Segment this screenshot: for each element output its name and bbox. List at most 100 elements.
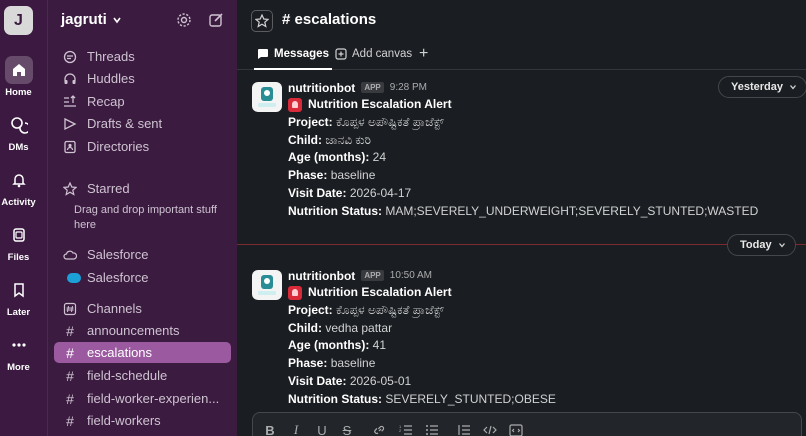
section-salesforce-label: Salesforce <box>87 247 149 262</box>
bot-avatar[interactable] <box>252 82 282 112</box>
rail-files[interactable]: Files <box>0 221 37 263</box>
starred-hint: Drag and drop important stuff here <box>74 204 217 231</box>
date-jump-today[interactable]: Today <box>727 234 796 256</box>
channel-label: announcements <box>87 323 180 338</box>
tab-messages[interactable]: Messages <box>254 48 332 70</box>
link-button[interactable] <box>371 421 389 436</box>
nav-recap[interactable]: Recap <box>54 91 231 112</box>
code-block-button[interactable] <box>507 421 525 436</box>
settings-button[interactable] <box>175 11 193 29</box>
channel-label: field-schedule <box>87 368 168 383</box>
more-icon <box>5 331 33 359</box>
bot-avatar[interactable] <box>252 270 282 300</box>
sender-name[interactable]: nutritionbot <box>288 81 355 95</box>
gear-icon <box>177 13 191 27</box>
sidebar-item-field-workers[interactable]: # field-workers <box>54 410 231 431</box>
siren-icon <box>288 285 302 300</box>
cloud-icon <box>62 247 78 263</box>
bullet-list-button[interactable] <box>423 421 441 436</box>
sidebar-item-salesforce[interactable]: Salesforce <box>54 267 231 288</box>
field-phase: Phase: baseline <box>288 356 376 371</box>
hash-icon: # <box>66 322 74 339</box>
bold-button[interactable]: B <box>261 421 279 436</box>
new-messages-divider <box>237 244 806 245</box>
italic-button[interactable]: I <box>287 421 305 436</box>
workspace-rail: J Home DMs Activity Files Later More <box>0 0 47 436</box>
headphones-icon <box>62 71 78 87</box>
section-starred-label: Starred <box>87 181 130 196</box>
workspace-avatar[interactable]: J <box>4 6 33 35</box>
message-timestamp[interactable]: 10:50 AM <box>390 270 432 281</box>
field-nutrition-status: Nutrition Status: SEVERELY_STUNTED;OBESE <box>288 391 556 406</box>
rail-later-label: Later <box>6 307 31 318</box>
rail-files-label: Files <box>7 252 30 263</box>
workspace-switcher[interactable]: jagruti <box>61 11 122 28</box>
tab-messages-label: Messages <box>274 48 329 60</box>
app-badge: APP <box>361 82 384 93</box>
nav-huddles[interactable]: Huddles <box>54 68 231 89</box>
tab-add-canvas-label: Add canvas <box>352 48 413 60</box>
field-age: Age (months): 24 <box>288 150 387 165</box>
nav-directories[interactable]: Directories <box>54 136 231 157</box>
nav-threads-label: Threads <box>87 49 135 64</box>
ordered-list-button[interactable]: 12 <box>397 421 415 436</box>
sidebar-item-field-schedule[interactable]: # field-schedule <box>54 365 231 386</box>
rail-later[interactable]: Later <box>0 276 37 318</box>
sidebar-item-escalations[interactable]: # escalations <box>54 342 231 363</box>
workspace-name: jagruti <box>61 11 107 28</box>
date-pill-label: Today <box>740 239 772 251</box>
nav-drafts[interactable]: Drafts & sent <box>54 113 231 134</box>
hash-icon: # <box>66 367 74 384</box>
star-icon <box>255 14 269 28</box>
ordered-list-icon: 12 <box>399 424 412 435</box>
link-icon <box>374 425 385 434</box>
message-composer[interactable]: B I U S 12 <box>252 412 802 436</box>
underline-button[interactable]: U <box>313 421 331 436</box>
code-button[interactable] <box>481 421 499 436</box>
tab-add-canvas[interactable]: Add canvas <box>335 48 412 60</box>
message-icon <box>258 49 268 59</box>
section-starred[interactable]: Starred <box>54 178 231 199</box>
field-phase: Phase: baseline <box>288 168 376 183</box>
field-age: Age (months): 41 <box>288 338 387 353</box>
nav-huddles-label: Huddles <box>87 71 135 86</box>
star-channel-button[interactable] <box>251 10 273 32</box>
numbered-list-button[interactable] <box>455 421 473 436</box>
threads-icon <box>62 49 78 65</box>
field-visit-date: Visit Date: 2026-04-17 <box>288 185 412 200</box>
rail-dms[interactable]: DMs <box>0 111 37 153</box>
message-timestamp[interactable]: 9:28 PM <box>390 82 427 93</box>
field-child: Child: ಜಾನವಿ ಕುರಿ <box>288 132 371 147</box>
svg-text:2: 2 <box>399 428 402 433</box>
alert-title-text: Nutrition Escalation Alert <box>308 97 452 111</box>
alert-title-text: Nutrition Escalation Alert <box>308 285 452 299</box>
rail-activity[interactable]: Activity <box>0 166 37 208</box>
rail-activity-label: Activity <box>1 197 36 208</box>
bullet-list-icon <box>426 425 438 435</box>
add-tab-button[interactable]: + <box>419 45 428 63</box>
rail-home-label: Home <box>5 87 32 98</box>
channel-tabs: Messages Add canvas + <box>237 42 806 70</box>
compose-button[interactable] <box>207 11 225 29</box>
channel-label: field-workers <box>87 413 161 428</box>
nav-drafts-label: Drafts & sent <box>87 116 163 131</box>
sidebar-item-field-worker-experience[interactable]: # field-worker-experien... <box>54 388 231 409</box>
sidebar-item-announcements[interactable]: # announcements <box>54 320 231 341</box>
rail-more[interactable]: More <box>0 331 37 373</box>
strikethrough-button[interactable]: S <box>338 421 356 436</box>
channel-title[interactable]: # escalations <box>282 11 376 28</box>
channel-header: # escalations <box>237 0 806 42</box>
sender-name[interactable]: nutritionbot <box>288 269 355 283</box>
section-salesforce[interactable]: Salesforce <box>54 244 231 265</box>
rail-dms-label: DMs <box>8 142 29 153</box>
message-body: nutritionbot APP 9:28 PM Nutrition Escal… <box>288 79 758 221</box>
rail-home[interactable]: Home <box>0 56 37 98</box>
send-icon <box>62 116 78 132</box>
salesforce-logo-icon <box>67 272 81 283</box>
files-icon <box>5 221 33 249</box>
hash-icon: # <box>66 412 74 429</box>
hash-icon: # <box>66 390 74 407</box>
app-badge: APP <box>361 270 384 281</box>
nav-threads[interactable]: Threads <box>54 46 231 67</box>
section-channels[interactable]: Channels <box>54 298 231 319</box>
